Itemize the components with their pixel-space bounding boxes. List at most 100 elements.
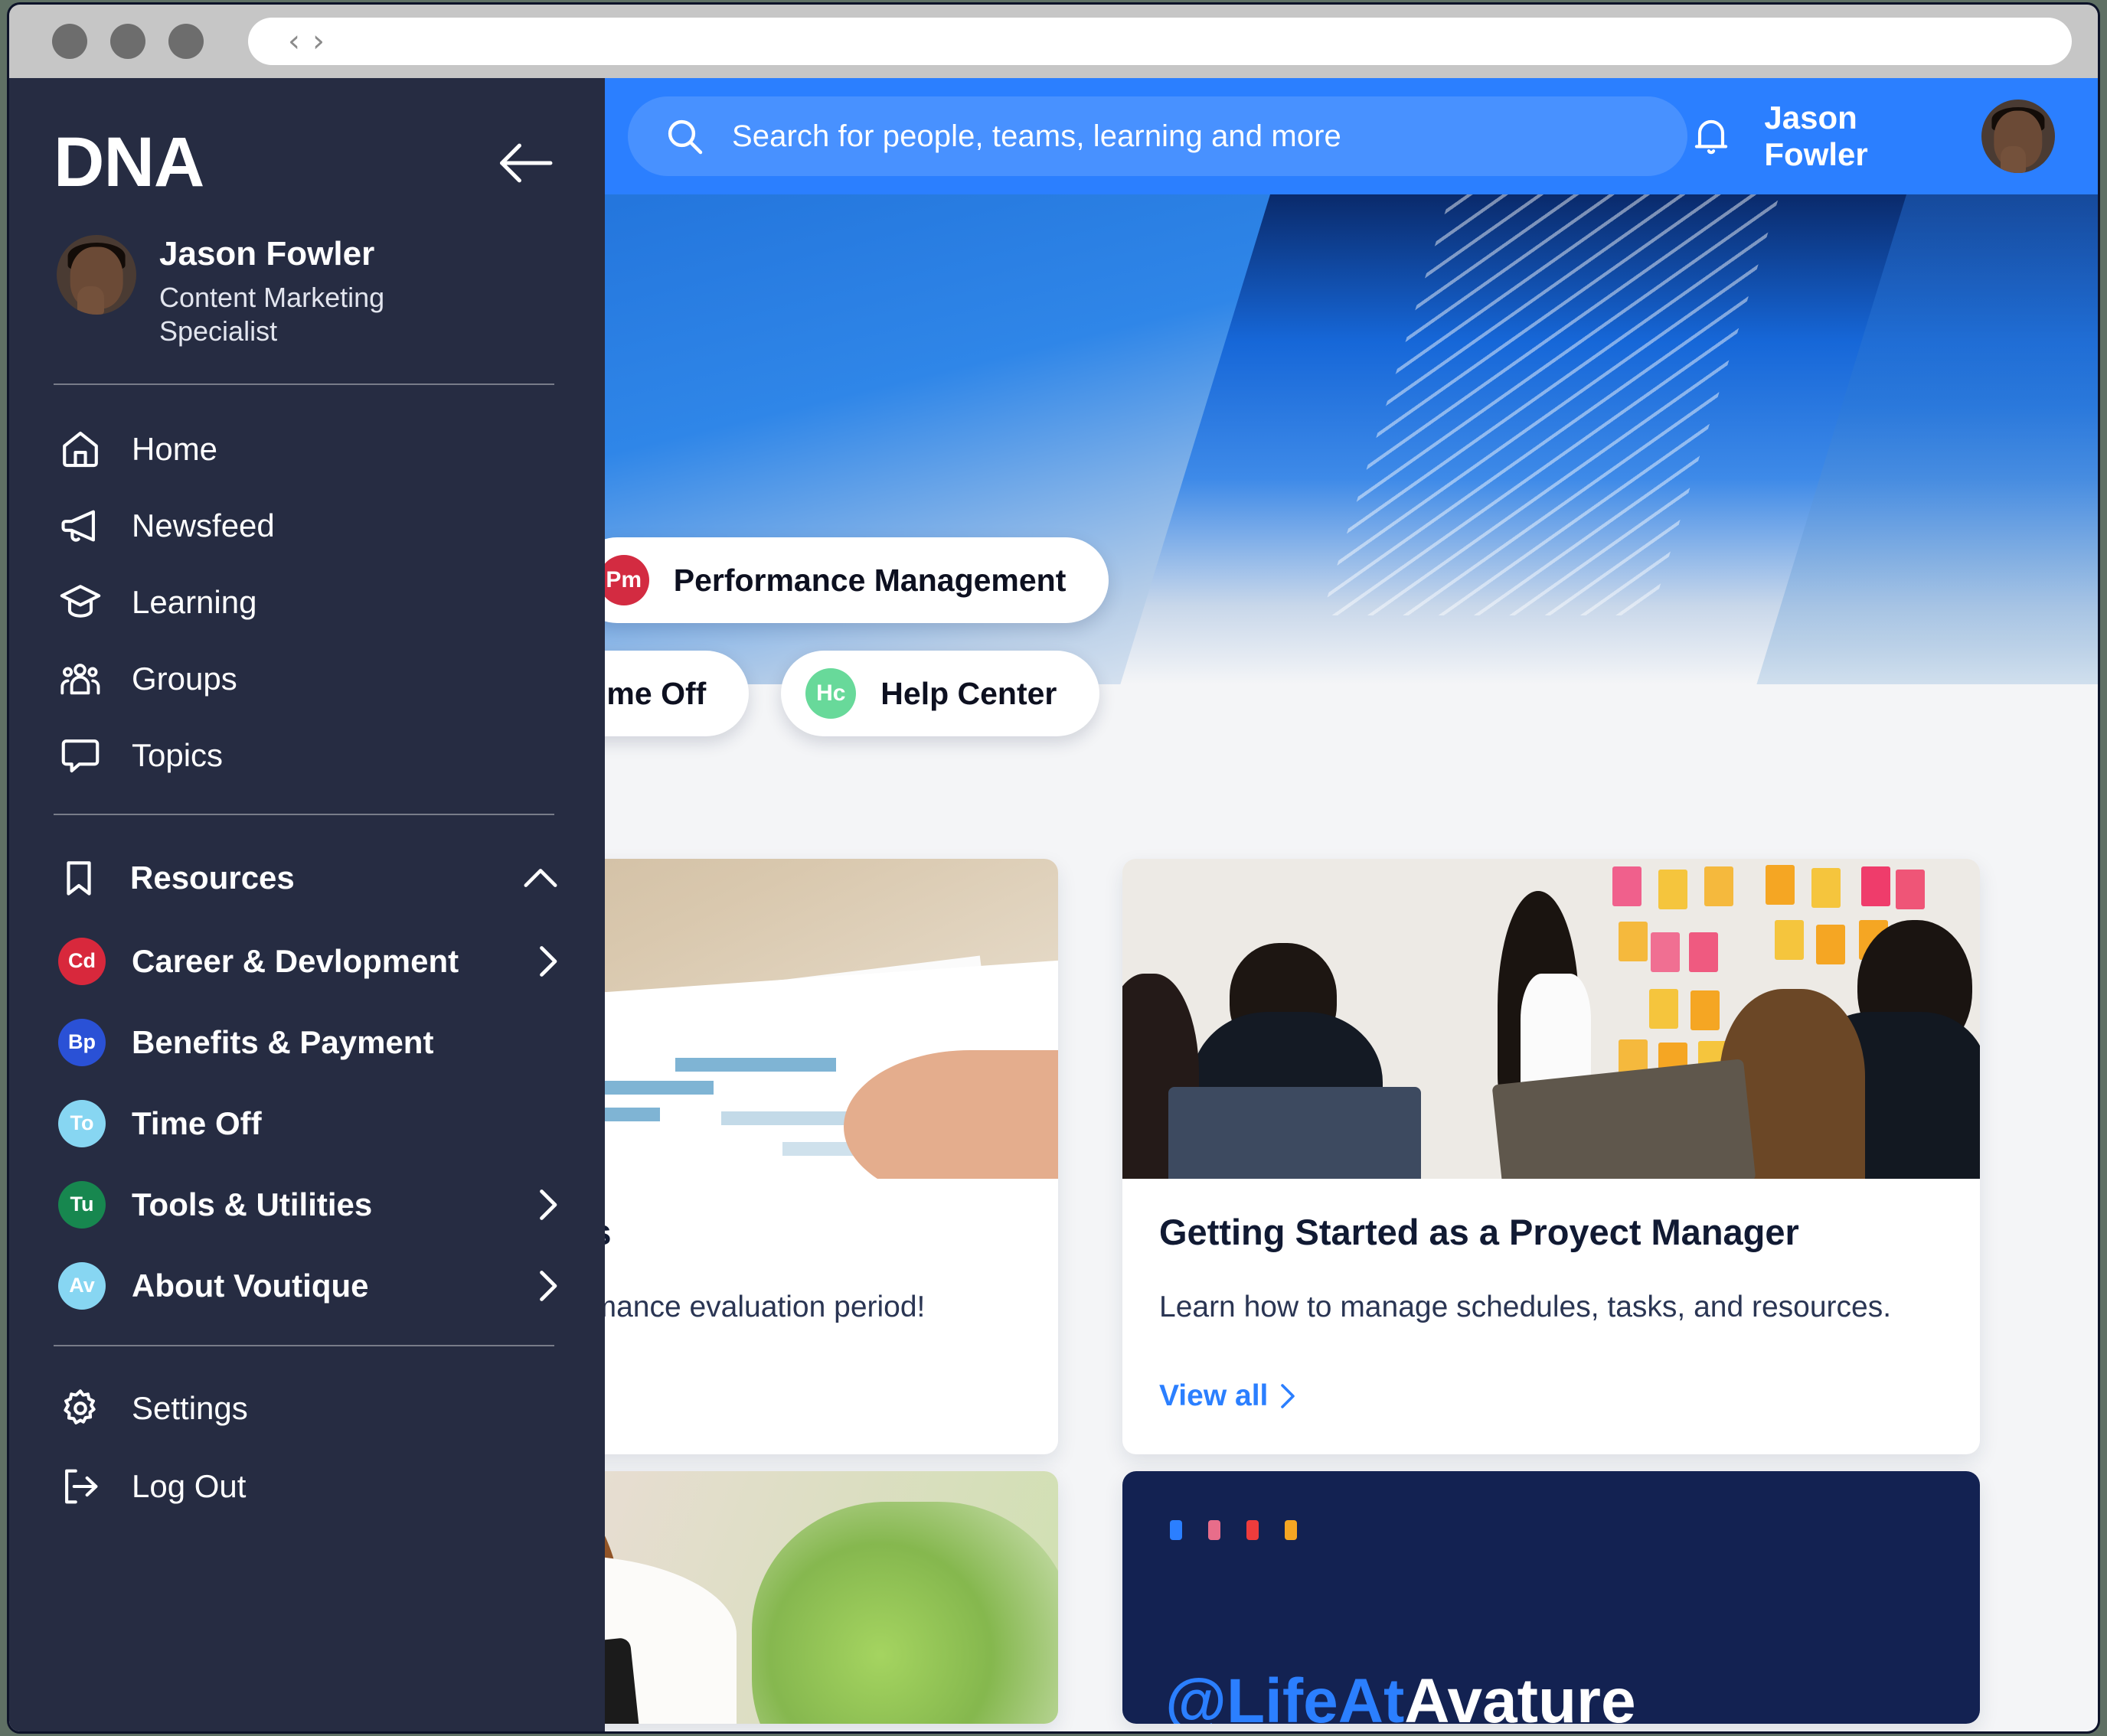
- photo-laptop: [1168, 1087, 1421, 1179]
- sidebar-item-learning[interactable]: Learning: [9, 564, 605, 641]
- social-dot: [1208, 1519, 1220, 1540]
- sidebar: DNA Jason Fowler Content Marketing Speci…: [9, 78, 605, 1731]
- card-body: Getting Started as a Proyect Manager Lea…: [1122, 1179, 1980, 1454]
- search-placeholder-text: Search for people, teams, learning and m…: [732, 119, 1341, 153]
- social-handle-suffix: Avature: [1404, 1666, 1636, 1724]
- window-minimize-dot[interactable]: [110, 24, 145, 59]
- sidebar-resources-section: Resources Cd Career & Devlopment Bp Bene…: [9, 815, 605, 1326]
- bell-icon[interactable]: [1687, 113, 1735, 160]
- search-icon: [663, 115, 706, 158]
- sidebar-item-label: Newsfeed: [132, 507, 275, 543]
- sidebar-item-newsfeed[interactable]: Newsfeed: [9, 488, 605, 564]
- card-project-manager[interactable]: Getting Started as a Proyect Manager Lea…: [1122, 859, 1980, 1454]
- forward-icon[interactable]: ›: [312, 26, 325, 57]
- sidebar-footer: Settings Log Out: [9, 1346, 605, 1556]
- photo-sticky-note: [1775, 920, 1804, 960]
- people-icon: [57, 657, 104, 701]
- quick-link-help-center[interactable]: Hc Help Center: [781, 651, 1100, 736]
- sidebar-item-label: Topics: [132, 736, 224, 773]
- address-bar[interactable]: ‹ ›: [248, 18, 2072, 65]
- logout-icon: [57, 1464, 104, 1509]
- social-dot: [1246, 1519, 1259, 1540]
- social-handle: @LifeAtAvature: [1165, 1666, 1636, 1724]
- quick-link-label: Performance Management: [673, 562, 1067, 598]
- view-all-label: View all: [1159, 1379, 1269, 1412]
- header-user-name[interactable]: Jason Fowler: [1764, 100, 1952, 173]
- photo-sticky-note: [1861, 866, 1890, 906]
- profile-name: Jason Fowler: [159, 235, 375, 272]
- window-maximize-dot[interactable]: [168, 24, 204, 59]
- card-title: Getting Started as a Proyect Manager: [1159, 1212, 1799, 1252]
- browser-chrome: ‹ ›: [9, 5, 2098, 78]
- browser-window: ‹ › Search for people, teams, learning a…: [9, 5, 2098, 1731]
- sidebar-item-label: Benefits & Payment: [132, 1023, 434, 1060]
- photo-sticky-note: [1896, 870, 1925, 909]
- sidebar-item-resources[interactable]: Resources: [9, 835, 605, 921]
- card-description: Learn how to manage schedules, tasks, an…: [1159, 1291, 1892, 1323]
- photo-sticky-note: [1690, 990, 1720, 1030]
- home-icon: [57, 427, 104, 472]
- sidebar-item-about-voutique[interactable]: Av About Voutique: [9, 1245, 605, 1326]
- sidebar-header: DNA: [9, 78, 605, 203]
- back-icon[interactable]: ‹: [288, 26, 300, 57]
- chevron-up-icon[interactable]: [522, 866, 559, 889]
- sidebar-item-tools-utilities[interactable]: Tu Tools & Utilities: [9, 1164, 605, 1245]
- photo-sticky-note: [1766, 865, 1795, 905]
- photo-sticky-note: [1619, 922, 1648, 961]
- header-actions: Jason Fowler: [1687, 100, 2055, 173]
- card-social-media[interactable]: @LifeAtAvature: [1122, 1470, 1980, 1724]
- social-dot: [1285, 1519, 1297, 1540]
- sidebar-item-time-off[interactable]: To Time Off: [9, 1083, 605, 1164]
- gear-icon: [57, 1386, 104, 1431]
- sidebar-item-label: Career & Devlopment: [132, 942, 459, 979]
- sidebar-item-groups[interactable]: Groups: [9, 641, 605, 717]
- quick-link-performance-management[interactable]: Pm Performance Management: [573, 537, 1109, 623]
- sidebar-item-career-development[interactable]: Cd Career & Devlopment: [9, 921, 605, 1002]
- arrow-left-icon[interactable]: [496, 142, 554, 184]
- sidebar-item-label: Log Out: [132, 1467, 247, 1504]
- view-all-link[interactable]: View all: [1159, 1379, 1297, 1413]
- chevron-right-icon[interactable]: [536, 1187, 559, 1222]
- chevron-right-icon[interactable]: [536, 1268, 559, 1304]
- photo-sticky-note: [1649, 989, 1678, 1029]
- photo-sticky-note: [1658, 870, 1687, 909]
- sidebar-item-home[interactable]: Home: [9, 411, 605, 488]
- sidebar-nav: Home Newsfeed Learning Groups Topics: [9, 385, 605, 794]
- chevron-right-icon[interactable]: [536, 944, 559, 979]
- social-dot: [1170, 1519, 1182, 1540]
- sidebar-item-label: Learning: [132, 583, 257, 620]
- avatar-hand: [77, 286, 105, 315]
- badge-to: To: [58, 1099, 106, 1147]
- photo-chart-bar: [675, 1058, 836, 1072]
- sidebar-item-benefits-payment[interactable]: Bp Benefits & Payment: [9, 1002, 605, 1083]
- sidebar-item-label: Time Off: [132, 1105, 262, 1141]
- team-meeting-photo: [1122, 859, 1980, 1179]
- sidebar-item-topics[interactable]: Topics: [9, 717, 605, 794]
- profile-text: Jason Fowler Content Marketing Specialis…: [159, 235, 443, 348]
- bookmark-icon: [55, 857, 103, 899]
- photo-sticky-note: [1704, 866, 1733, 906]
- social-dot-group: [1170, 1519, 1297, 1540]
- app-viewport: Search for people, teams, learning and m…: [9, 78, 2098, 1731]
- quick-link-label: Help Center: [880, 675, 1057, 711]
- photo-sticky-note: [1651, 932, 1680, 972]
- badge-av: Av: [58, 1261, 106, 1310]
- sidebar-profile[interactable]: Jason Fowler Content Marketing Specialis…: [9, 203, 605, 348]
- window-close-dot[interactable]: [52, 24, 87, 59]
- megaphone-icon: [57, 504, 104, 548]
- sidebar-item-label: Home: [132, 430, 218, 467]
- chat-bubble-icon: [57, 733, 104, 778]
- chevron-right-icon: [1277, 1382, 1297, 1410]
- brand-logo[interactable]: DNA: [54, 122, 204, 203]
- social-handle-prefix: @LifeAt: [1165, 1666, 1405, 1724]
- sidebar-item-log-out[interactable]: Log Out: [9, 1447, 605, 1526]
- sidebar-item-settings[interactable]: Settings: [9, 1369, 605, 1447]
- photo-sticky-note: [1816, 925, 1845, 964]
- badge-bp: Bp: [58, 1018, 106, 1066]
- photo-plant: [752, 1501, 1058, 1724]
- search-input[interactable]: Search for people, teams, learning and m…: [628, 96, 1688, 176]
- photo-sticky-note: [1612, 866, 1642, 906]
- badge-pm: Pm: [598, 555, 649, 605]
- avatar[interactable]: [1981, 100, 2055, 173]
- hero-shape-right: [1723, 194, 2098, 684]
